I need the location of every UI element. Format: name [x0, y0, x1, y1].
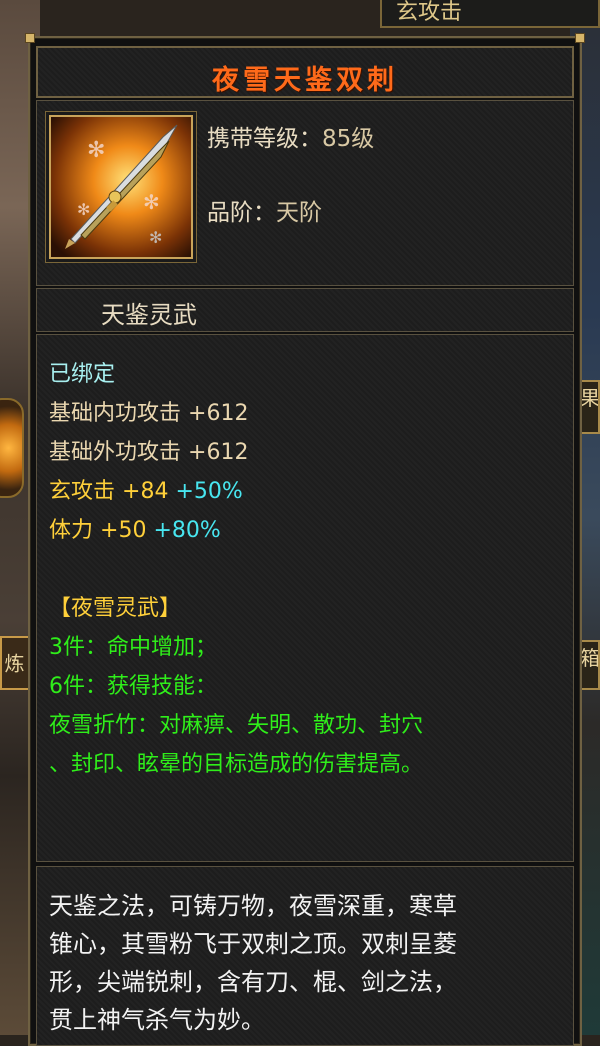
set-skill-line-2: 、封印、眩晕的目标造成的伤害提高。 [49, 752, 424, 777]
corner-ornament-icon [25, 33, 35, 43]
stat-label: 基础外功攻击 [49, 440, 182, 465]
item-name: 夜雪天鉴双刺 [212, 65, 398, 96]
background-top-label: 玄攻击 [396, 0, 463, 25]
svg-text:✻: ✻ [143, 190, 160, 214]
carry-level-value: 85级 [322, 126, 375, 152]
stats-box: 已绑定 基础内功攻击 +612 基础外功攻击 +612 玄攻击 +84 +50%… [36, 334, 574, 862]
description-box: 天鉴之法，可铸万物，夜雪深重，寒草 锥心，其雪粉飞于双刺之顶。双刺呈菱 形，尖端… [36, 866, 574, 1046]
item-grade: 品阶：天阶 [207, 193, 322, 227]
carry-level-label: 携带等级： [207, 126, 322, 152]
set-bonus-3: 3件：命中增加； [49, 635, 217, 660]
item-grade-value: 天阶 [276, 200, 322, 226]
bound-status: 已绑定 [49, 362, 116, 387]
stat-label: 体力 [49, 518, 94, 543]
item-tooltip: 夜雪天鉴双刺 ✻ ✻ ✻ ✻ 携带等级：85级 品阶：天阶 天鉴灵武 已绑定 基… [25, 33, 585, 1046]
stat-inner-attack: 基础内功攻击 +612 [49, 394, 565, 433]
description-line: 锥心，其雪粉飞于双刺之顶。双刺呈菱 [49, 930, 457, 958]
stat-label: 基础内功攻击 [49, 401, 182, 426]
stat-value: +612 [188, 401, 249, 426]
description-line: 贯上神气杀气为妙。 [49, 1006, 265, 1034]
svg-text:✻: ✻ [87, 138, 105, 163]
item-info-box: ✻ ✻ ✻ ✻ 携带等级：85级 品阶：天阶 [36, 100, 574, 286]
stat-outer-attack: 基础外功攻击 +612 [49, 433, 565, 472]
corner-ornament-icon [575, 33, 585, 43]
svg-text:✻: ✻ [77, 200, 90, 219]
set-title: 【夜雪灵武】 [49, 596, 182, 621]
stat-value: +50 [100, 518, 147, 543]
double-spike-weapon-icon: ✻ ✻ ✻ ✻ [49, 115, 193, 259]
item-grade-label: 品阶： [207, 200, 276, 226]
item-title-box: 夜雪天鉴双刺 [36, 46, 574, 98]
carry-level: 携带等级：85级 [207, 119, 374, 153]
stat-bonus: +50% [175, 479, 243, 504]
stat-bonus: +80% [153, 518, 221, 543]
series-box: 天鉴灵武 [36, 288, 574, 332]
stat-label: 玄攻击 [49, 479, 116, 504]
stat-value: +612 [188, 440, 249, 465]
stat-mystic-attack: 玄攻击 +84 +50% [49, 472, 565, 511]
item-description: 天鉴之法，可铸万物，夜雪深重，寒草 锥心，其雪粉飞于双刺之顶。双刺呈菱 形，尖端… [49, 887, 563, 1039]
description-line: 天鉴之法，可铸万物，夜雪深重，寒草 [49, 892, 457, 920]
stat-value: +84 [122, 479, 169, 504]
description-line: 形，尖端锐刺，含有刀、棍、剑之法， [49, 968, 457, 996]
series-name: 天鉴灵武 [101, 301, 197, 329]
set-skill-line-1: 夜雪折竹：对麻痹、失明、散功、封穴 [49, 713, 424, 738]
background-orb-icon [0, 398, 24, 498]
set-bonus-6: 6件：获得技能： [49, 674, 217, 699]
svg-text:✻: ✻ [149, 228, 162, 247]
background-left-tab[interactable]: 炼 [0, 636, 30, 690]
background-tooltip-fragment: 玄攻击 [380, 0, 600, 28]
stat-stamina: 体力 +50 +80% [49, 511, 565, 550]
